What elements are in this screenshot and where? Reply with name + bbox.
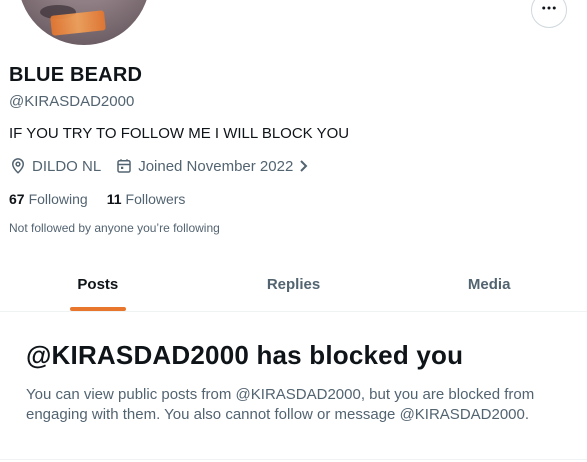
user-handle: @KIRASDAD2000 (9, 93, 135, 110)
location: DILDO NL (9, 157, 101, 175)
display-name: BLUE BEARD (9, 64, 143, 86)
followers-label: Followers (125, 191, 186, 207)
followers-link[interactable]: 11 Followers (107, 191, 186, 207)
avatar[interactable] (15, 0, 153, 48)
followed-by-note: Not followed by anyone you’re following (9, 221, 220, 235)
profile-bio: IF YOU TRY TO FOLLOW ME I WILL BLOCK YOU (9, 125, 350, 142)
divider (0, 459, 587, 460)
active-tab-indicator (69, 307, 126, 311)
blocked-message: You can view public posts from @KIRASDAD… (26, 386, 535, 423)
chevron-right-icon (297, 159, 309, 173)
profile-page: BLUE BEARD @KIRASDAD2000 IF YOU TRY TO F… (0, 0, 587, 462)
tab-label: Posts (77, 276, 119, 293)
tab-label: Replies (266, 276, 321, 293)
following-label: Following (28, 191, 88, 207)
tab-label: Media (467, 276, 511, 293)
calendar-icon (115, 157, 133, 175)
following-count: 67 (9, 191, 25, 207)
profile-tabs: Posts Replies Media (0, 258, 587, 312)
join-date[interactable]: Joined November 2022 (115, 157, 309, 175)
location-text: DILDO NL (32, 157, 102, 175)
avatar-detail (50, 10, 106, 36)
location-pin-icon (9, 157, 27, 175)
more-horizontal-icon (540, 0, 558, 22)
tab-posts[interactable]: Posts (0, 258, 196, 311)
blocked-title: @KIRASDAD2000 has blocked you (26, 340, 464, 370)
more-options-button[interactable] (531, 0, 567, 28)
tab-media[interactable]: Media (391, 258, 587, 311)
followers-count: 11 (106, 191, 122, 207)
profile-meta: DILDO NL Joined November 2022 (9, 156, 309, 176)
follow-counts: 67 Following 11 Followers (9, 191, 185, 207)
tab-replies[interactable]: Replies (196, 258, 392, 311)
join-date-text: Joined November 2022 (138, 157, 294, 175)
following-link[interactable]: 67 Following (9, 191, 88, 207)
